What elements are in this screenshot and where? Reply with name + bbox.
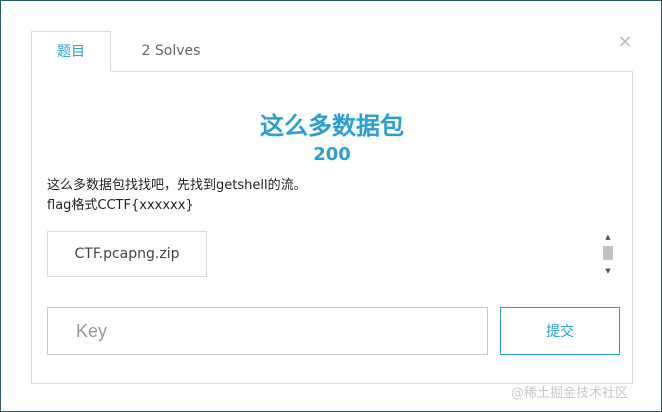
challenge-points: 200	[313, 144, 351, 165]
scroll-up-icon[interactable]: ▲	[601, 232, 615, 242]
file-list-scrollbar[interactable]: ▲ ▼	[601, 232, 615, 276]
scroll-down-icon[interactable]: ▼	[601, 266, 615, 276]
challenge-title: 这么多数据包	[260, 112, 404, 140]
tab-bar: 题目 2 Solves	[31, 31, 633, 72]
description-line: flag格式CCTF{xxxxxx}	[47, 198, 194, 213]
scroll-thumb[interactable]	[603, 246, 613, 260]
submit-button[interactable]: 提交	[500, 307, 620, 355]
tab-solves[interactable]: 2 Solves	[131, 31, 211, 72]
tab-challenge[interactable]: 题目	[31, 31, 111, 72]
key-input[interactable]	[47, 307, 488, 355]
watermark: @稀土掘金技术社区	[511, 386, 629, 401]
description-line: 这么多数据包找找吧，先找到getshell的流。	[47, 178, 307, 193]
challenge-panel: 这么多数据包 200 这么多数据包找找吧，先找到getshell的流。 flag…	[31, 71, 633, 384]
challenge-modal: × 题目 2 Solves 这么多数据包 200 这么多数据包找找吧，先找到ge…	[0, 0, 662, 412]
challenge-description: 这么多数据包找找吧，先找到getshell的流。 flag格式CCTF{xxxx…	[47, 176, 307, 216]
file-download-button[interactable]: CTF.pcapng.zip	[47, 231, 207, 277]
